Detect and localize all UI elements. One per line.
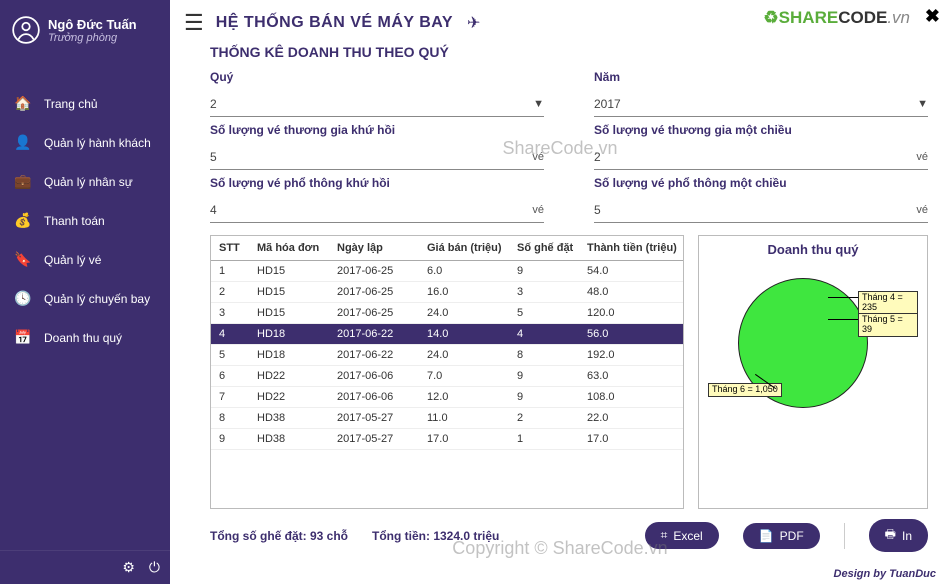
sidebar-nav: 🏠 Trang chủ 👤 Quản lý hành khách 💼 Quản lý nh… bbox=[0, 84, 170, 550]
biz-one-label: Số lượng vé thương gia một chiều bbox=[594, 123, 928, 137]
clock-icon: 🕓 bbox=[14, 290, 30, 307]
calendar-icon: 📅 bbox=[14, 329, 30, 346]
quarter-select[interactable]: 2▼ bbox=[210, 94, 544, 117]
sidebar-item-4[interactable]: 🔖 Quản lý vé bbox=[0, 240, 170, 279]
power-icon[interactable]: ⏻ bbox=[149, 559, 160, 576]
ticket-icon: 🔖 bbox=[14, 251, 30, 268]
table-row[interactable]: 1HD152017-06-256.0954.0 bbox=[211, 261, 683, 282]
revenue-pie-chart: Doanh thu quý Tháng 4 = 235Tháng 5 = 39T… bbox=[698, 235, 928, 509]
table-row[interactable]: 6HD222017-06-067.0963.0 bbox=[211, 366, 683, 387]
econ-round-label: Số lượng vé phổ thông khứ hồi bbox=[210, 176, 544, 190]
quarter-label: Quý bbox=[210, 70, 544, 84]
biz-one-value: 2vé bbox=[594, 147, 928, 170]
year-label: Năm bbox=[594, 70, 928, 84]
page-title: THỐNG KÊ DOANH THU THEO QUÝ bbox=[210, 44, 928, 60]
econ-one-value: 5vé bbox=[594, 200, 928, 223]
export-excel-button[interactable]: ⌗Excel bbox=[645, 522, 719, 549]
settings-icon[interactable]: ⚙ bbox=[122, 559, 135, 576]
sidebar-item-label: Quản lý nhân sự bbox=[44, 175, 133, 189]
sidebar-item-label: Doanh thu quý bbox=[44, 331, 122, 345]
chart-title: Doanh thu quý bbox=[768, 242, 859, 257]
table-row[interactable]: 7HD222017-06-0612.09108.0 bbox=[211, 387, 683, 408]
pdf-icon: 📄 bbox=[759, 529, 774, 543]
table-row[interactable]: 8HD382017-05-2711.0222.0 bbox=[211, 408, 683, 429]
briefcase-icon: 💼 bbox=[14, 173, 30, 190]
table-row[interactable]: 9HD382017-05-2717.0117.0 bbox=[211, 429, 683, 450]
sidebar-item-0[interactable]: 🏠 Trang chủ bbox=[0, 84, 170, 123]
sidebar-item-label: Quản lý hành khách bbox=[44, 136, 151, 150]
profile-name: Ngô Đức Tuấn bbox=[48, 17, 137, 32]
year-select[interactable]: 2017▼ bbox=[594, 94, 928, 117]
pie-slice-label: Tháng 5 = 39 bbox=[858, 313, 918, 337]
user-icon: 👤 bbox=[14, 134, 30, 151]
column-header[interactable]: Ngày lập bbox=[329, 236, 419, 261]
column-header[interactable]: Thành tiền (triệu) bbox=[579, 236, 683, 261]
sidebar-item-5[interactable]: 🕓 Quản lý chuyến bay bbox=[0, 279, 170, 318]
chevron-down-icon: ▼ bbox=[533, 98, 544, 110]
menu-icon[interactable]: ☰ bbox=[184, 10, 204, 36]
avatar bbox=[12, 16, 40, 44]
column-header[interactable]: Số ghế đặt bbox=[509, 236, 579, 261]
sidebar-item-1[interactable]: 👤 Quản lý hành khách bbox=[0, 123, 170, 162]
table-row[interactable]: 4HD182017-06-2214.0456.0 bbox=[211, 324, 683, 345]
sidebar-item-label: Quản lý chuyến bay bbox=[44, 292, 150, 306]
total-money: Tổng tiền: 1324.0 triệu bbox=[372, 529, 499, 543]
sidebar: Ngô Đức Tuấn Trưởng phòng 🏠 Trang chủ 👤 Quả… bbox=[0, 0, 170, 584]
column-header[interactable]: Giá bán (triệu) bbox=[419, 236, 509, 261]
brand-logo: ♻SHARECODE.vn bbox=[763, 8, 910, 28]
column-header[interactable]: STT bbox=[211, 236, 249, 261]
money-icon: 💰 bbox=[14, 212, 30, 229]
sidebar-item-3[interactable]: 💰 Thanh toán bbox=[0, 201, 170, 240]
app-title: HỆ THỐNG BÁN VÉ MÁY BAY bbox=[216, 14, 453, 32]
column-header[interactable]: Mã hóa đơn bbox=[249, 236, 329, 261]
sidebar-item-6[interactable]: 📅 Doanh thu quý bbox=[0, 318, 170, 357]
table-row[interactable]: 3HD152017-06-2524.05120.0 bbox=[211, 303, 683, 324]
table-row[interactable]: 2HD152017-06-2516.0348.0 bbox=[211, 282, 683, 303]
total-seats: Tổng số ghế đặt: 93 chỗ bbox=[210, 529, 348, 543]
excel-icon: ⌗ bbox=[661, 528, 668, 543]
plane-icon: ✈ bbox=[467, 13, 480, 33]
footer-credit: Design by TuanDuc bbox=[170, 566, 950, 584]
sidebar-item-label: Trang chủ bbox=[44, 97, 98, 111]
sidebar-footer: ⚙ ⏻ bbox=[0, 550, 170, 584]
profile-block: Ngô Đức Tuấn Trưởng phòng bbox=[0, 0, 170, 64]
revenue-table[interactable]: STTMã hóa đơnNgày lậpGiá bán (triệu)Số g… bbox=[210, 235, 684, 509]
chevron-down-icon: ▼ bbox=[917, 98, 928, 110]
export-pdf-button[interactable]: 📄PDF bbox=[743, 523, 820, 549]
econ-round-value: 4vé bbox=[210, 200, 544, 223]
sidebar-item-label: Quản lý vé bbox=[44, 253, 101, 267]
econ-one-label: Số lượng vé phổ thông một chiều bbox=[594, 176, 928, 190]
profile-role: Trưởng phòng bbox=[48, 32, 137, 44]
close-icon[interactable]: ✖ bbox=[925, 6, 940, 27]
print-icon: 🖶 bbox=[885, 525, 896, 546]
sidebar-item-label: Thanh toán bbox=[44, 214, 105, 228]
pie-slice-label: Tháng 4 = 235 bbox=[858, 291, 918, 315]
sidebar-item-2[interactable]: 💼 Quản lý nhân sự bbox=[0, 162, 170, 201]
biz-round-label: Số lượng vé thương gia khứ hồi bbox=[210, 123, 544, 137]
biz-round-value: 5vé bbox=[210, 147, 544, 170]
table-row[interactable]: 5HD182017-06-2224.08192.0 bbox=[211, 345, 683, 366]
home-icon: 🏠 bbox=[14, 95, 30, 112]
print-button[interactable]: 🖶In bbox=[869, 519, 928, 552]
